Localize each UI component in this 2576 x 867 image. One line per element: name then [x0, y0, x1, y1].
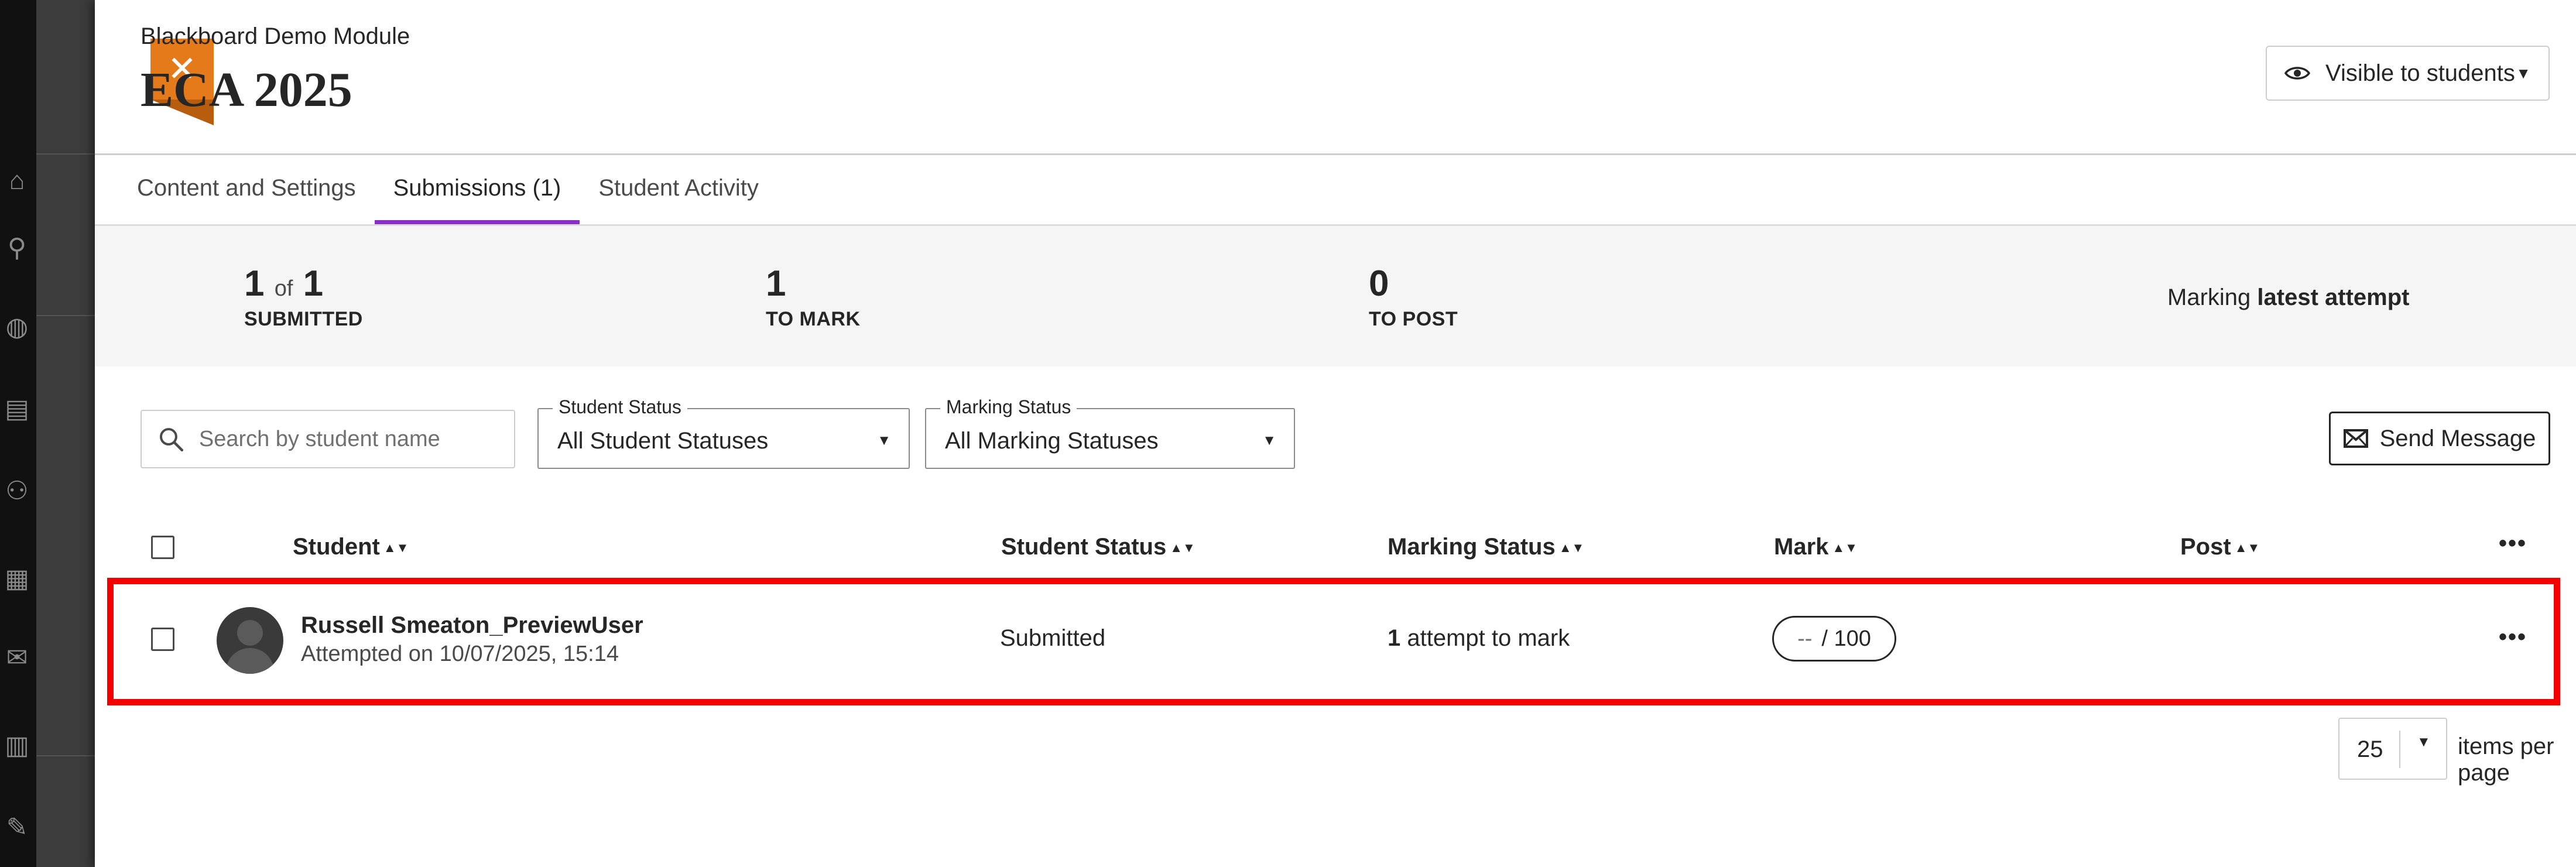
student-status-value: All Student Statuses [557, 428, 769, 454]
tab-student-activity[interactable]: Student Activity [580, 155, 777, 224]
visibility-label: Visible to students [2325, 60, 2515, 86]
tools-icon: ✎ [6, 813, 28, 842]
institution-icon: ⌂ [9, 166, 25, 195]
marking-status-legend: Marking Status [940, 396, 1077, 418]
avatar [217, 607, 283, 674]
course-name: Blackboard Demo Module [141, 23, 410, 49]
caret-down-icon: ▼ [877, 433, 891, 448]
courses-icon: ▤ [5, 395, 29, 423]
profile-icon: ⚲ [7, 234, 27, 262]
page-title: ECA 2025 [141, 63, 352, 117]
sort-icon: ▲▼ [2234, 540, 2260, 555]
column-header-mark[interactable]: Mark ▲▼ [1774, 534, 1858, 560]
items-per-page-label: items per page [2458, 734, 2554, 786]
to-mark-count: 1 [766, 263, 786, 304]
attempt-timestamp: Attempted on 10/07/2025, 15:14 [301, 642, 619, 666]
tab-content-and-settings[interactable]: Content and Settings [95, 155, 375, 224]
messages-icon: ✉ [6, 643, 28, 672]
student-status-filter[interactable]: Student Status All Student Statuses ▼ [537, 396, 910, 469]
caret-down-icon: ▼ [2516, 64, 2531, 82]
items-per-page-value: 25 [2357, 736, 2383, 762]
envelope-icon [2343, 429, 2368, 448]
marking-status-value: All Marking Statuses [945, 428, 1159, 454]
student-status-cell: Submitted [1000, 625, 1106, 651]
to-mark-label: TO MARK [766, 308, 861, 330]
student-name-link[interactable]: Russell Smeaton_PreviewUser [301, 612, 643, 639]
eye-icon [2284, 67, 2310, 80]
mark-input-pill[interactable]: -- / 100 [1772, 616, 1896, 662]
student-search[interactable] [141, 410, 515, 468]
marking-prefix: Marking [2167, 285, 2251, 310]
to-post-count: 0 [1369, 263, 1389, 304]
row-options-icon[interactable]: ••• [2499, 624, 2527, 650]
column-header-student-status[interactable]: Student Status ▲▼ [1001, 534, 1195, 560]
column-options-icon[interactable]: ••• [2499, 530, 2527, 557]
attempt-to-mark-text: attempt to mark [1407, 625, 1570, 651]
mark-total: / 100 [1821, 626, 1871, 651]
tab-bar: Content and Settings Submissions (1) Stu… [95, 155, 777, 224]
submissions-panel: ✕ Blackboard Demo Module ECA 2025 Visibl… [95, 0, 2576, 867]
column-header-student[interactable]: Student ▲▼ [293, 534, 409, 560]
submitted-label: SUBMITTED [244, 308, 363, 330]
background-divider [36, 153, 95, 155]
attempt-count: 1 [1388, 625, 1401, 651]
mark-value: -- [1797, 626, 1813, 651]
grades-icon: ▥ [5, 731, 29, 760]
to-post-label: TO POST [1369, 308, 1458, 330]
background-divider [36, 755, 95, 756]
background-divider [36, 315, 95, 316]
search-icon [159, 428, 184, 452]
groups-icon: ⚇ [5, 477, 29, 505]
column-header-marking-status[interactable]: Marking Status ▲▼ [1388, 534, 1584, 560]
sort-icon: ▲▼ [1832, 540, 1858, 555]
search-input[interactable] [198, 426, 514, 452]
visibility-dropdown[interactable]: Visible to students ▼ [2266, 46, 2550, 101]
marking-attempt-value: latest attempt [2257, 285, 2410, 310]
row-checkbox[interactable] [151, 628, 174, 651]
sort-icon: ▲▼ [383, 540, 409, 555]
tab-submissions[interactable]: Submissions (1) [374, 155, 580, 224]
submitted-count: 1 [244, 263, 265, 304]
caret-down-icon: ▼ [2417, 734, 2431, 750]
select-all-checkbox[interactable] [151, 536, 174, 559]
submission-summary: 1 of 1 SUBMITTED 1 TO MARK 0 TO POST Mar… [95, 226, 2576, 366]
submitted-of: of [274, 276, 293, 301]
select-divider [2399, 731, 2400, 768]
send-message-button[interactable]: Send Message [2329, 412, 2550, 465]
stat-to-post: 0 TO POST [1369, 266, 1458, 331]
user-silhouette-icon [225, 620, 275, 674]
stat-submitted: 1 of 1 SUBMITTED [244, 266, 363, 331]
marking-attempt-note: Marking latest attempt [2167, 285, 2409, 311]
items-per-page-select[interactable]: 25 ▼ [2338, 718, 2447, 780]
column-header-post[interactable]: Post ▲▼ [2180, 534, 2260, 560]
stat-to-mark: 1 TO MARK [766, 266, 861, 331]
student-status-legend: Student Status [553, 396, 687, 418]
marking-status-filter[interactable]: Marking Status All Marking Statuses ▼ [925, 396, 1295, 469]
calendar-icon: ▦ [5, 564, 29, 593]
send-message-label: Send Message [2379, 425, 2536, 451]
sort-icon: ▲▼ [1558, 540, 1585, 555]
marking-status-cell: 1 attempt to mark [1388, 625, 1570, 652]
background-content [36, 0, 95, 867]
caret-down-icon: ▼ [1262, 433, 1276, 448]
sort-icon: ▲▼ [1170, 540, 1195, 555]
submitted-total: 1 [303, 263, 324, 304]
globe-icon: ◍ [5, 313, 29, 341]
